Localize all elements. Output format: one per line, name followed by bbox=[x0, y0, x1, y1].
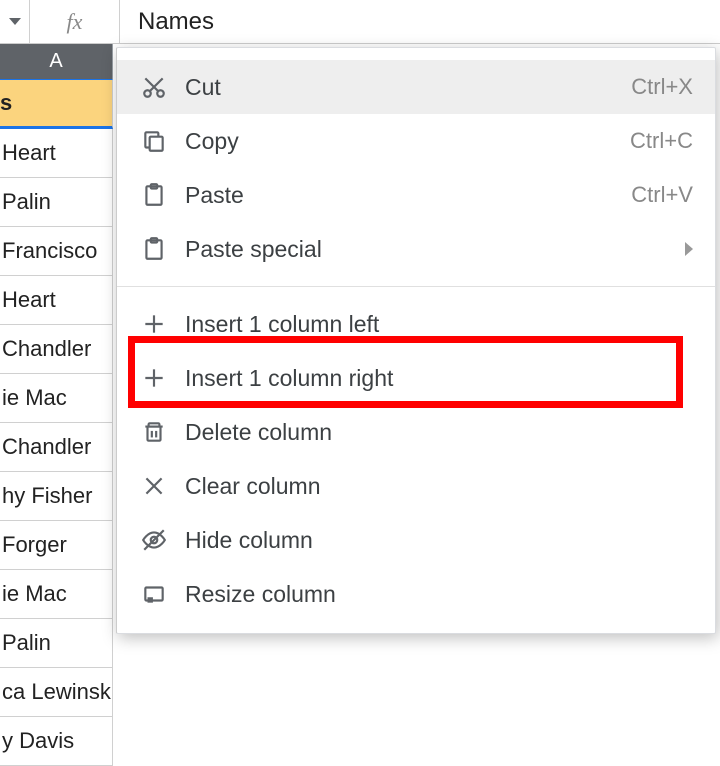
chevron-down-icon bbox=[9, 18, 21, 25]
close-icon bbox=[141, 473, 185, 499]
cell-a11[interactable]: ie Mac bbox=[0, 570, 113, 619]
menu-shortcut: Ctrl+C bbox=[630, 128, 693, 154]
menu-delete-col[interactable]: Delete column bbox=[117, 405, 715, 459]
menu-label: Cut bbox=[185, 74, 631, 101]
menu-cut[interactable]: Cut Ctrl+X bbox=[117, 60, 715, 114]
paste-icon bbox=[141, 182, 185, 208]
menu-label: Insert 1 column left bbox=[185, 311, 693, 338]
menu-shortcut: Ctrl+X bbox=[631, 74, 693, 100]
menu-label: Clear column bbox=[185, 473, 693, 500]
plus-icon bbox=[141, 311, 185, 337]
cell-a3[interactable]: Palin bbox=[0, 178, 113, 227]
cell-a12[interactable]: Palin bbox=[0, 619, 113, 668]
name-box-dropdown[interactable] bbox=[0, 0, 30, 43]
cell-a2[interactable]: Heart bbox=[0, 129, 113, 178]
menu-divider bbox=[117, 286, 715, 287]
menu-insert-col-right[interactable]: Insert 1 column right bbox=[117, 351, 715, 405]
menu-label: Copy bbox=[185, 128, 630, 155]
context-menu: Cut Ctrl+X Copy Ctrl+C Paste Ctrl+V bbox=[116, 47, 716, 634]
menu-shortcut: Ctrl+V bbox=[631, 182, 693, 208]
eye-off-icon bbox=[141, 527, 185, 553]
menu-label: Paste bbox=[185, 182, 631, 209]
menu-label: Paste special bbox=[185, 236, 685, 263]
copy-icon bbox=[141, 128, 185, 154]
menu-copy[interactable]: Copy Ctrl+C bbox=[117, 114, 715, 168]
submenu-arrow-icon bbox=[685, 242, 693, 256]
trash-icon bbox=[141, 419, 185, 445]
paste-icon bbox=[141, 236, 185, 262]
fx-label: fx bbox=[30, 0, 120, 43]
column-header-a[interactable]: A bbox=[0, 44, 113, 79]
cell-a1[interactable]: s bbox=[0, 79, 113, 129]
cell-a10[interactable]: Forger bbox=[0, 521, 113, 570]
cell-a9[interactable]: hy Fisher bbox=[0, 472, 113, 521]
resize-icon bbox=[141, 581, 185, 607]
cell-a8[interactable]: Chandler bbox=[0, 423, 113, 472]
cut-icon bbox=[141, 74, 185, 100]
cell-a14[interactable]: y Davis bbox=[0, 717, 113, 766]
cell-a7[interactable]: ie Mac bbox=[0, 374, 113, 423]
menu-hide-col[interactable]: Hide column bbox=[117, 513, 715, 567]
cell-a4[interactable]: Francisco bbox=[0, 227, 113, 276]
menu-label: Resize column bbox=[185, 581, 693, 608]
menu-paste[interactable]: Paste Ctrl+V bbox=[117, 168, 715, 222]
cell-a13[interactable]: ca Lewinsk bbox=[0, 668, 113, 717]
formula-input[interactable] bbox=[120, 0, 720, 43]
plus-icon bbox=[141, 365, 185, 391]
menu-resize-col[interactable]: Resize column bbox=[117, 567, 715, 621]
menu-paste-special[interactable]: Paste special bbox=[117, 222, 715, 276]
menu-clear-col[interactable]: Clear column bbox=[117, 459, 715, 513]
cell-a6[interactable]: Chandler bbox=[0, 325, 113, 374]
cell-a5[interactable]: Heart bbox=[0, 276, 113, 325]
menu-label: Insert 1 column right bbox=[185, 365, 693, 392]
formula-bar: fx bbox=[0, 0, 720, 44]
menu-insert-col-left[interactable]: Insert 1 column left bbox=[117, 297, 715, 351]
menu-label: Hide column bbox=[185, 527, 693, 554]
menu-label: Delete column bbox=[185, 419, 693, 446]
